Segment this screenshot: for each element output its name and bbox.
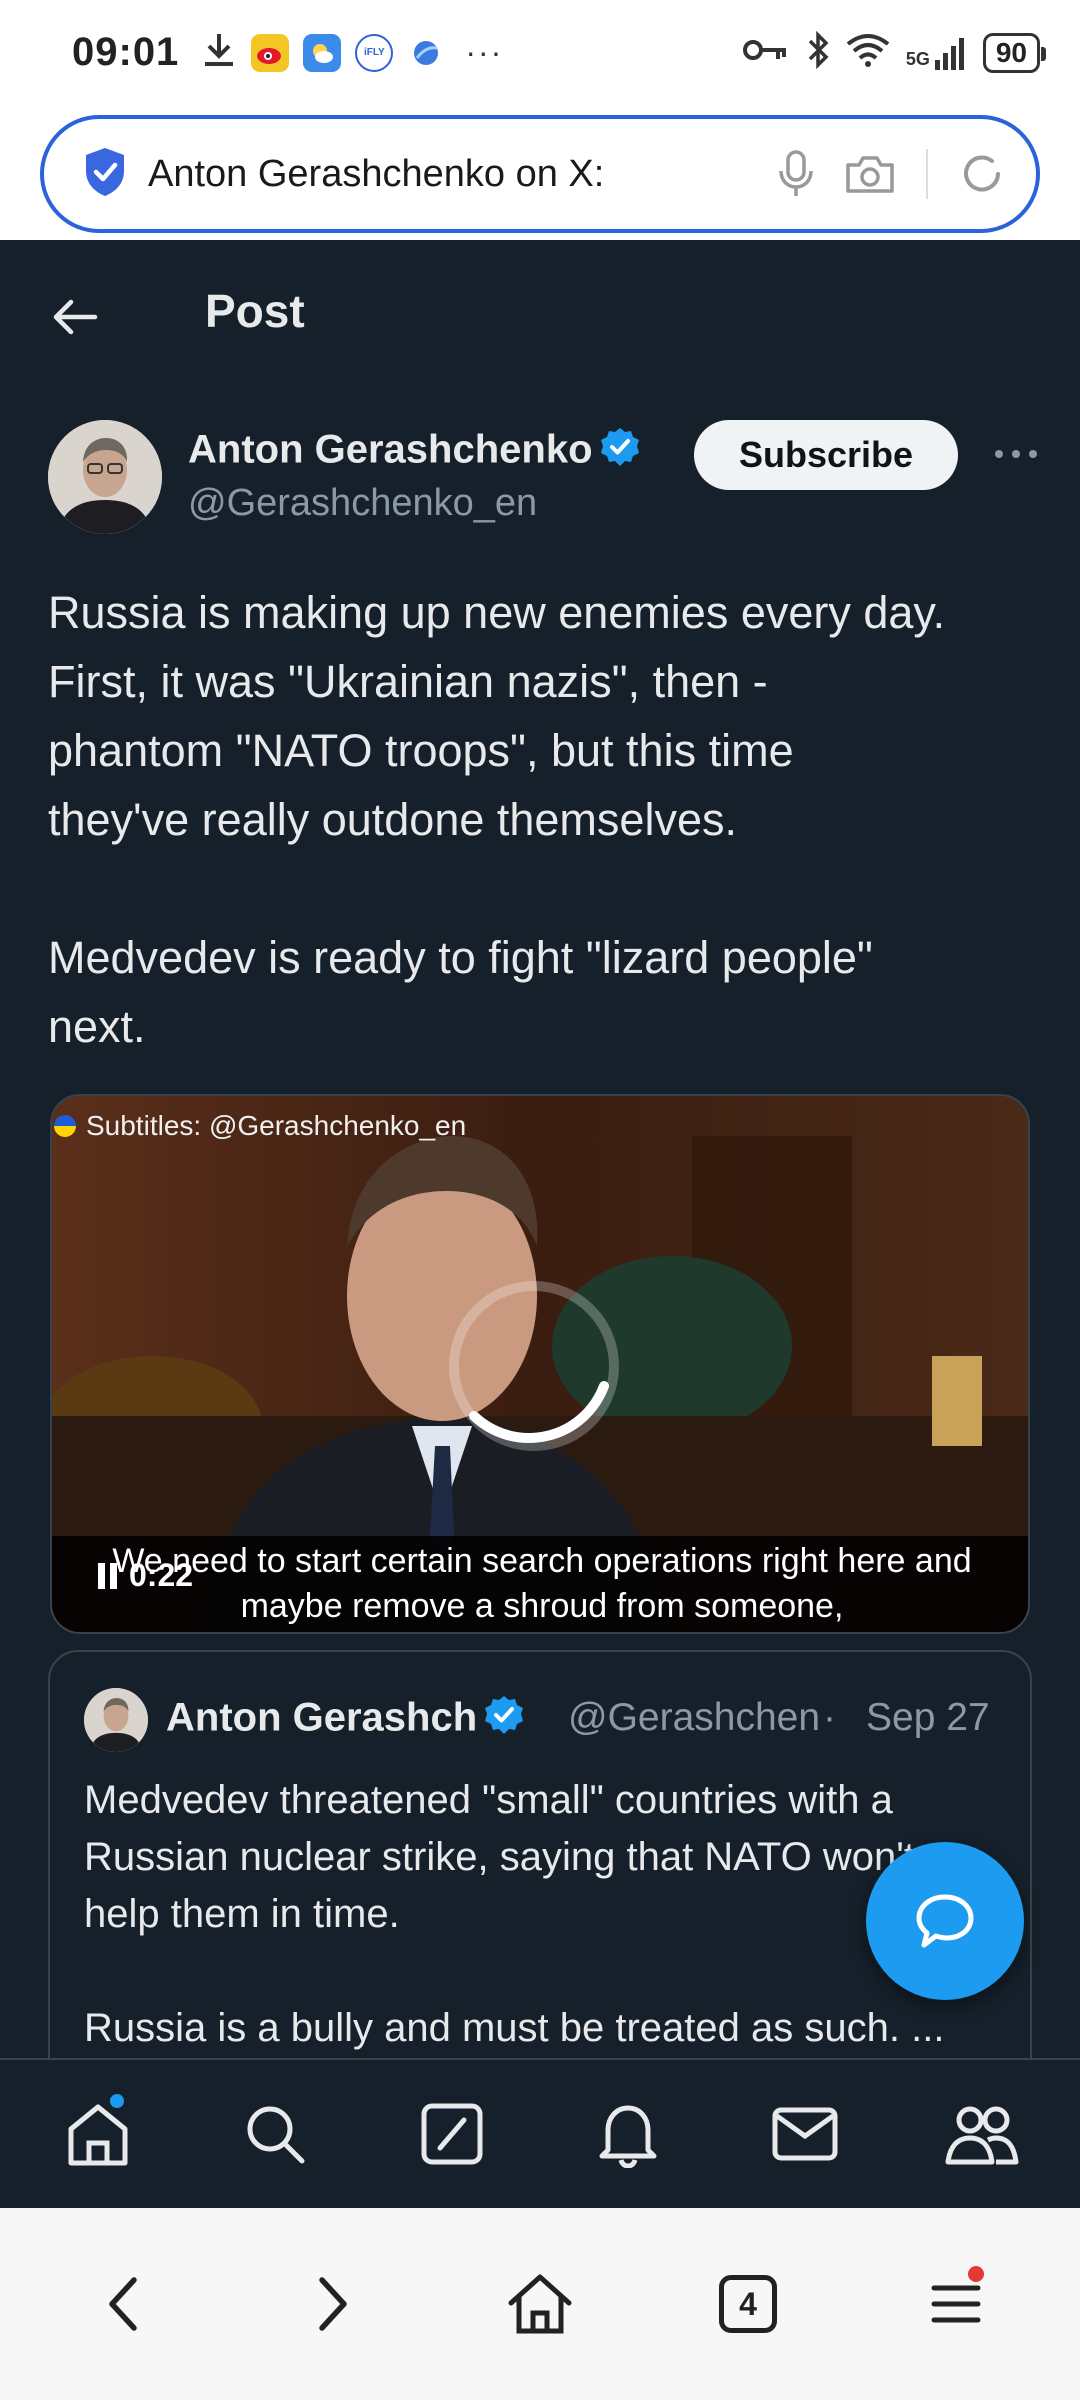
ifly-icon: iFLY (355, 33, 394, 72)
chevron-left-icon (109, 2277, 137, 2331)
caption-line: maybe remove a shroud from someone, (240, 1587, 844, 1625)
back-button[interactable] (40, 282, 110, 352)
verified-badge-icon (599, 426, 641, 478)
status-time: 09:01 (72, 30, 180, 74)
nav-notifications[interactable] (568, 2074, 688, 2194)
verified-badge-icon (483, 1694, 525, 1746)
notification-icons: iFLY ··· (201, 30, 503, 75)
avatar[interactable] (48, 420, 162, 534)
quote-text-line: Medvedev threatened "small" countries wi… (84, 1778, 893, 1822)
browser-menu-button[interactable] (896, 2244, 1016, 2364)
nav-search[interactable] (215, 2074, 335, 2194)
video-subtitle-tag-text: Subtitles: @Gerashchenko_en (86, 1110, 467, 1141)
browser-tabs-button[interactable]: 4 (688, 2244, 808, 2364)
subscribe-button[interactable]: Subscribe (694, 420, 958, 490)
quote-text-blank (84, 1943, 1004, 2000)
app-icon (407, 34, 445, 72)
weibo-icon (251, 33, 290, 72)
grok-icon (421, 2103, 483, 2165)
quote-text-line: Russian nuclear strike, saying that NATO… (84, 1835, 915, 1879)
home-icon (508, 2274, 572, 2334)
x-app: Post Anton Gerashchenko @Gerashchenko_en… (0, 240, 1080, 2208)
search-icon (247, 2106, 305, 2164)
video-caption: We need to start certain search operatio… (52, 1536, 1028, 1632)
reload-icon[interactable] (958, 150, 1006, 198)
wifi-icon (846, 32, 890, 73)
quote-text-line: Russia is a bully and must be treated as… (84, 2006, 945, 2050)
microphone-icon[interactable] (778, 149, 814, 199)
weather-app-icon (303, 33, 342, 72)
chevron-right-icon (319, 2277, 347, 2331)
network-type: 5G (905, 48, 930, 69)
battery-indicator: 90 (982, 32, 1047, 73)
address-bar-divider (926, 149, 928, 199)
download-icon (201, 30, 237, 75)
status-right: 5G 90 (742, 30, 1047, 74)
address-bar[interactable]: Anton Gerashchenko on X: (40, 115, 1040, 233)
browser-home-button[interactable] (480, 2244, 600, 2364)
status-bar: 09:01 iFLY ··· 5G 90 (0, 0, 1080, 105)
nav-messages[interactable] (745, 2074, 865, 2194)
communities-icon (945, 2106, 1019, 2165)
reply-fab-button[interactable] (866, 1842, 1024, 2000)
video-time: 0:22 (129, 1557, 194, 1593)
loading-spinner-icon (449, 1281, 619, 1451)
author-handle[interactable]: @Gerashchenko_en (188, 482, 537, 525)
ukraine-flag-icon (54, 1115, 76, 1137)
more-dots-icon (995, 450, 1037, 458)
chat-bubble-icon (916, 1894, 974, 1948)
post-text-line: next. (48, 1001, 146, 1052)
tab-count: 4 (739, 2285, 757, 2322)
post-text-line: First, it was "Ukrainian nazis", then - (48, 656, 768, 707)
home-icon (68, 2104, 128, 2166)
browser-forward-button[interactable] (272, 2244, 392, 2364)
nav-communities[interactable] (922, 2074, 1042, 2194)
quote-date: Sep 27 (866, 1696, 990, 1739)
author-name[interactable]: Anton Gerashchenko (188, 426, 641, 478)
post-text-line: phantom "NATO troops", but this time (48, 725, 794, 776)
messages-icon (772, 2107, 838, 2161)
post-text: Russia is making up new enemies every da… (48, 578, 1048, 1061)
browser-back-button[interactable] (64, 2244, 184, 2364)
browser-bottom-bar: 4 (0, 2208, 1080, 2400)
quote-author-name: Anton Gerashch (166, 1694, 525, 1746)
video-subtitle-tag: Subtitles: @Gerashchenko_en (52, 1110, 466, 1142)
author-name-text: Anton Gerashchenko (188, 427, 593, 472)
nav-grok[interactable] (392, 2074, 512, 2194)
quote-author-name-text: Anton Gerashch (166, 1695, 478, 1740)
quote-separator: · (823, 1696, 836, 1739)
notifications-icon (599, 2105, 657, 2168)
post-text-blank (48, 854, 1048, 923)
nav-home[interactable] (38, 2074, 158, 2194)
post-text-line: Russia is making up new enemies every da… (48, 587, 946, 638)
camera-icon[interactable] (844, 153, 896, 195)
battery-level: 90 (995, 36, 1027, 68)
post-text-line: they've really outdone themselves. (48, 794, 737, 845)
video-player[interactable]: Subtitles: @Gerashchenko_en We need to s… (50, 1094, 1030, 1634)
quote-avatar (84, 1688, 148, 1752)
post-text-line: Medvedev is ready to fight "lizard peopl… (48, 932, 873, 983)
quote-author-handle: @Gerashchen (568, 1696, 821, 1739)
video-playback-controls[interactable]: 0:22 (98, 1557, 193, 1594)
page-title: Post (205, 285, 305, 337)
signal-icon: 5G (906, 36, 967, 70)
caption-line: We need to start certain search operatio… (112, 1542, 972, 1580)
tabs-icon: 4 (719, 2275, 777, 2333)
more-notifications-icon: ··· (465, 34, 504, 70)
arrow-left-icon (53, 299, 98, 335)
post-header: Post (0, 240, 1080, 385)
menu-notification-dot (968, 2266, 984, 2282)
browser-toolbar: Anton Gerashchenko on X: (0, 105, 1080, 240)
shield-icon (82, 146, 128, 203)
bottom-nav (0, 2058, 1080, 2208)
pause-icon[interactable] (98, 1562, 117, 1589)
post-author: Anton Gerashchenko @Gerashchenko_en Subs… (48, 420, 1048, 540)
menu-icon (931, 2285, 981, 2323)
more-options-button[interactable] (986, 434, 1046, 474)
key-icon (742, 35, 790, 70)
address-bar-text: Anton Gerashchenko on X: (148, 152, 605, 195)
bluetooth-icon (806, 30, 830, 74)
